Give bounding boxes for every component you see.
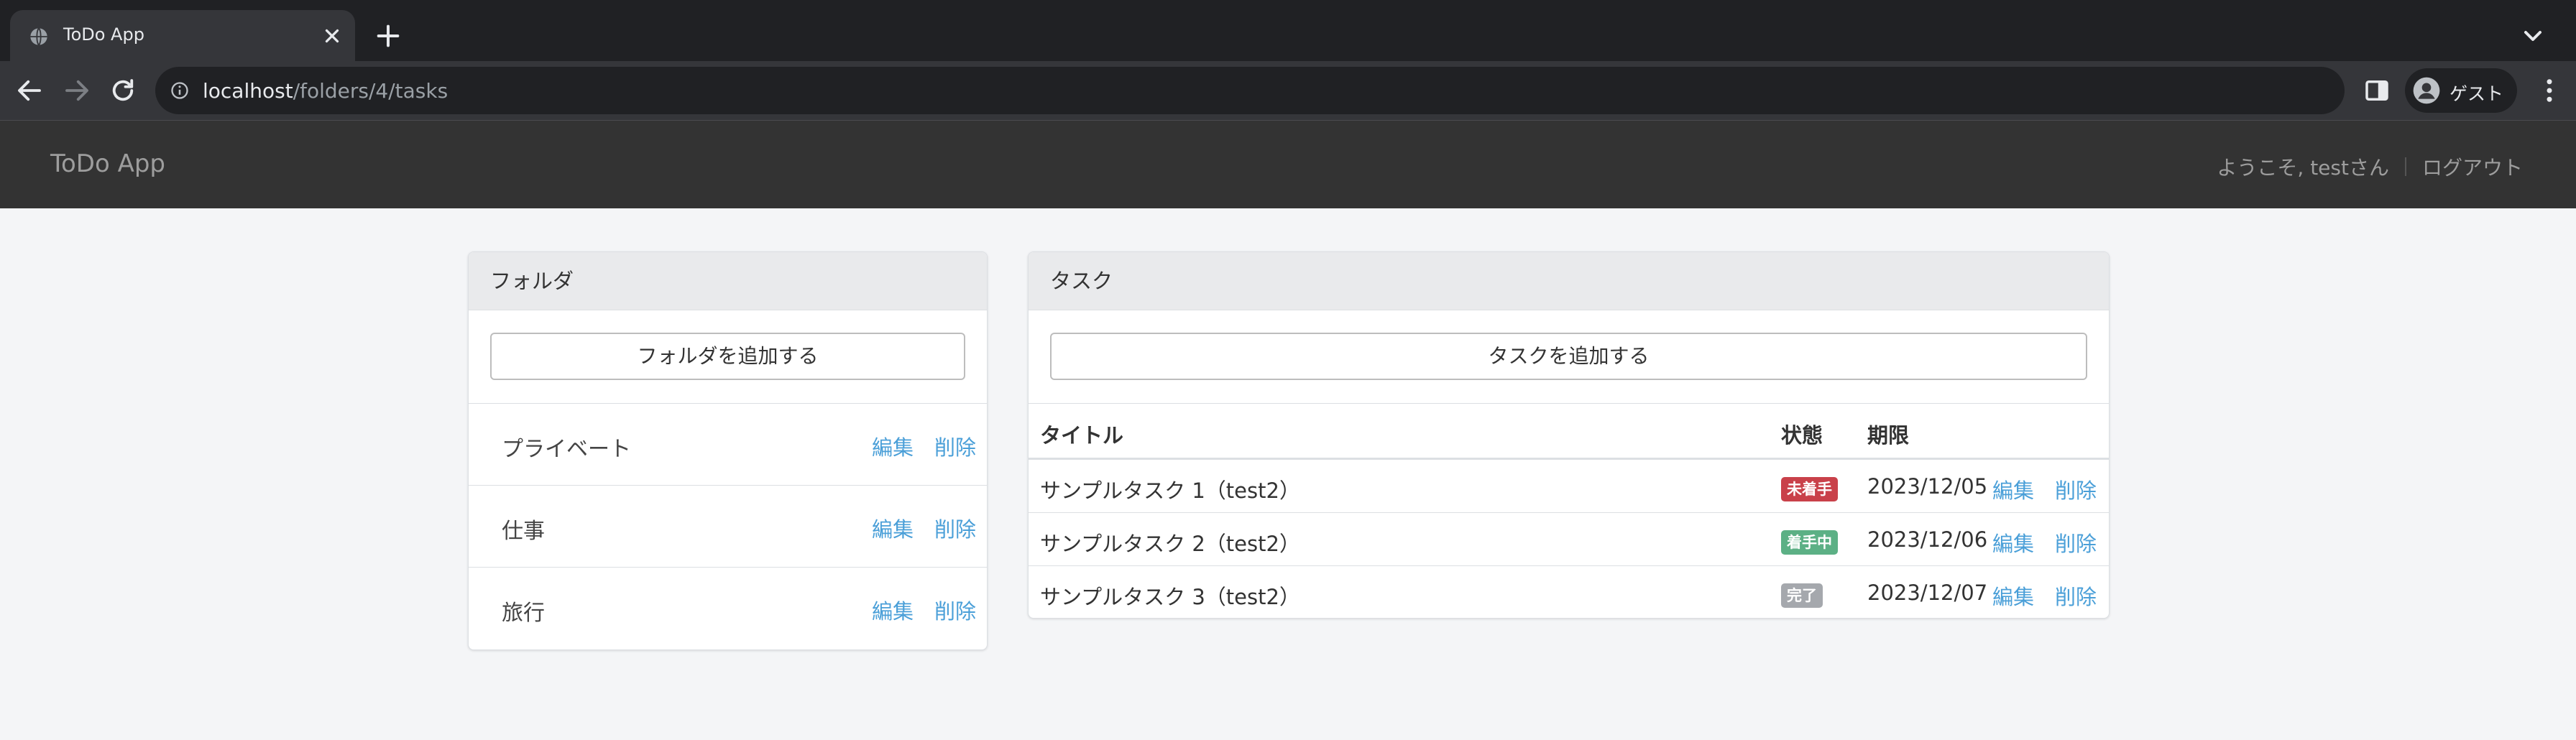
edit-task-link[interactable]: 編集 bbox=[1992, 474, 2034, 504]
folder-item[interactable]: 旅行 編集 削除 bbox=[469, 568, 987, 649]
tab-title: ToDo App bbox=[63, 24, 144, 45]
welcome-text: ようこそ, testさん bbox=[2217, 156, 2389, 180]
edit-task-link[interactable]: 編集 bbox=[1992, 527, 2034, 558]
url-host: localhost bbox=[203, 79, 293, 103]
browser-tab[interactable]: ToDo App bbox=[10, 10, 355, 61]
delete-task-link[interactable]: 削除 bbox=[2055, 474, 2097, 504]
new-tab-icon[interactable] bbox=[374, 22, 402, 50]
task-title: サンプルタスク 1（test2） bbox=[1040, 478, 1300, 503]
folder-item[interactable]: 仕事 編集 削除 bbox=[469, 486, 987, 568]
column-header-title: タイトル bbox=[1040, 423, 1124, 448]
status-badge: 完了 bbox=[1781, 583, 1823, 608]
delete-task-link[interactable]: 削除 bbox=[2055, 527, 2097, 558]
folder-name[interactable]: 旅行 bbox=[502, 595, 545, 626]
folder-list: プライベート 編集 削除 仕事 編集 削除 旅行 編集 削除 bbox=[469, 403, 987, 649]
edit-task-link[interactable]: 編集 bbox=[1992, 581, 2034, 611]
avatar-icon bbox=[2413, 77, 2440, 104]
folder-panel: フォルダ フォルダを追加する プライベート 編集 削除 仕事 編集 削除 旅行 … bbox=[468, 251, 988, 650]
reload-icon[interactable] bbox=[108, 75, 138, 106]
edit-folder-link[interactable]: 編集 bbox=[872, 513, 914, 543]
table-header: タイトル 状態 期限 bbox=[1029, 404, 2109, 460]
profile-button[interactable]: ゲスト bbox=[2405, 68, 2517, 113]
task-due-date: 2023/12/07 bbox=[1867, 581, 1988, 605]
status-badge: 未着手 bbox=[1781, 477, 1838, 501]
task-due-date: 2023/12/05 bbox=[1867, 474, 1988, 499]
delete-folder-link[interactable]: 削除 bbox=[934, 513, 976, 543]
add-task-button[interactable]: タスクを追加する bbox=[1050, 333, 2087, 380]
folder-name[interactable]: プライベート bbox=[502, 431, 631, 463]
logout-link[interactable]: ログアウト bbox=[2422, 152, 2523, 181]
column-header-due: 期限 bbox=[1867, 423, 1910, 448]
task-due-date: 2023/12/06 bbox=[1867, 527, 1988, 552]
navbar-user-area: ようこそ, testさん ログアウト bbox=[2217, 152, 2523, 181]
task-table: タイトル 状態 期限 サンプルタスク 1（test2） 未着手 2023/12/… bbox=[1029, 403, 2109, 618]
app-navbar: ToDo App ようこそ, testさん ログアウト bbox=[0, 121, 2576, 208]
task-title: サンプルタスク 3（test2） bbox=[1040, 585, 1300, 609]
delete-folder-link[interactable]: 削除 bbox=[934, 595, 976, 625]
app-brand[interactable]: ToDo App bbox=[50, 149, 165, 178]
info-icon[interactable] bbox=[170, 80, 190, 101]
url-text: localhost/folders/4/tasks bbox=[203, 79, 448, 103]
back-arrow-icon[interactable] bbox=[14, 75, 45, 106]
edit-folder-link[interactable]: 編集 bbox=[872, 595, 914, 625]
table-row: サンプルタスク 2（test2） 着手中 2023/12/06 編集 削除 bbox=[1029, 513, 2109, 566]
edit-folder-link[interactable]: 編集 bbox=[872, 431, 914, 461]
column-header-status: 状態 bbox=[1781, 423, 1823, 448]
folder-panel-heading: フォルダ bbox=[469, 252, 987, 310]
globe-icon bbox=[30, 27, 47, 46]
profile-name: ゲスト bbox=[2450, 83, 2504, 104]
delete-folder-link[interactable]: 削除 bbox=[934, 431, 976, 461]
folder-item[interactable]: プライベート 編集 削除 bbox=[469, 404, 987, 486]
chevron-down-icon[interactable] bbox=[2518, 22, 2547, 50]
more-vert-icon[interactable] bbox=[2534, 75, 2564, 106]
address-bar[interactable]: localhost/folders/4/tasks bbox=[155, 67, 2345, 114]
browser-tab-strip: ToDo App bbox=[0, 0, 2576, 61]
task-panel-heading: タスク bbox=[1029, 252, 2109, 310]
folder-name[interactable]: 仕事 bbox=[502, 513, 545, 545]
delete-task-link[interactable]: 削除 bbox=[2055, 581, 2097, 611]
task-panel: タスク タスクを追加する タイトル 状態 期限 サンプルタスク 1（test2）… bbox=[1028, 251, 2110, 619]
status-badge: 着手中 bbox=[1781, 530, 1838, 555]
url-path: /folders/4/tasks bbox=[293, 79, 448, 103]
add-folder-button[interactable]: フォルダを追加する bbox=[490, 333, 965, 380]
table-row: サンプルタスク 3（test2） 完了 2023/12/07 編集 削除 bbox=[1029, 566, 2109, 618]
browser-toolbar: localhost/folders/4/tasks ゲスト bbox=[0, 61, 2576, 121]
navbar-divider bbox=[2404, 157, 2406, 176]
forward-arrow-icon[interactable] bbox=[62, 75, 92, 106]
side-panel-icon[interactable] bbox=[2362, 75, 2392, 106]
task-title: サンプルタスク 2（test2） bbox=[1040, 532, 1300, 556]
table-row: サンプルタスク 1（test2） 未着手 2023/12/05 編集 削除 bbox=[1029, 460, 2109, 513]
close-icon[interactable] bbox=[319, 23, 345, 49]
